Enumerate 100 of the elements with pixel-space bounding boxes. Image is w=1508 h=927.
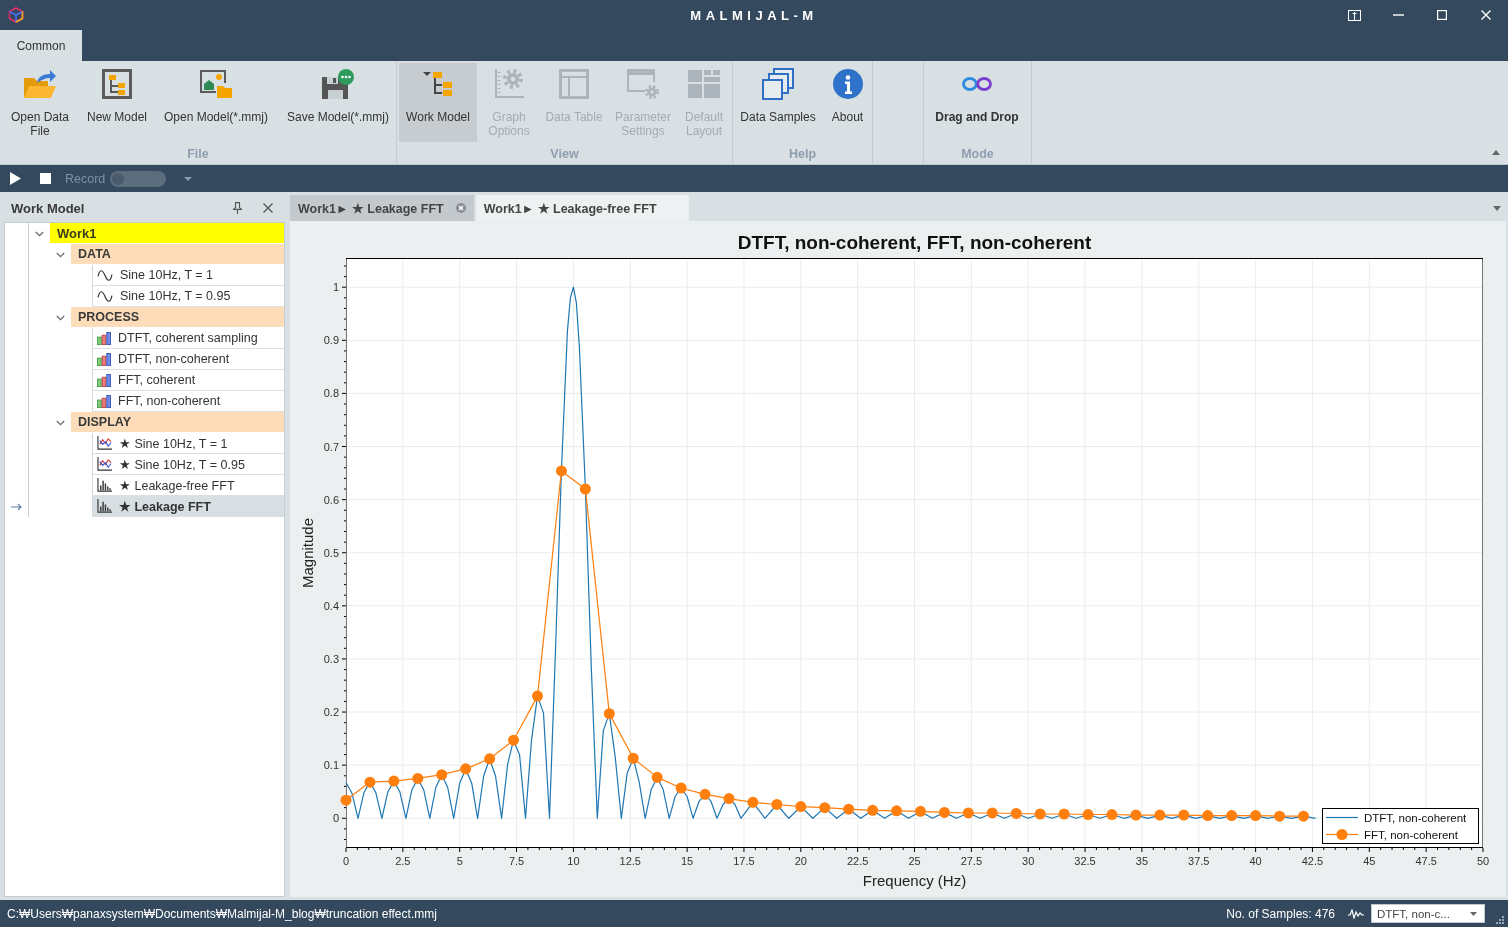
tick-label: 37.5 [1188, 855, 1210, 867]
tick-label: 42.5 [1301, 855, 1324, 867]
legend-swatch-icon [1325, 816, 1359, 819]
tree-node[interactable]: Work1 [50, 223, 284, 244]
ribbon-button[interactable]: About [827, 63, 868, 142]
floppy-disk-icon [322, 69, 354, 99]
tick-label: 0.7 [323, 440, 339, 453]
chevron-icon[interactable] [56, 419, 65, 426]
data-point [364, 776, 376, 788]
play-icon [9, 172, 21, 185]
tick-label: 27.5 [960, 855, 983, 867]
chevron-icon[interactable] [35, 230, 44, 237]
tick-label: 0 [332, 812, 339, 825]
tick-label: 35 [1135, 855, 1149, 867]
ribbon-button[interactable]: Save Model(*.mmj) [280, 63, 396, 142]
axis-title: Frequency (Hz) [862, 872, 967, 889]
picture-folder-icon [200, 70, 232, 98]
data-point [603, 708, 615, 720]
stacked-pages-icon [762, 68, 794, 100]
ribbon-button[interactable]: Data Samples [735, 63, 821, 142]
data-point [938, 806, 950, 818]
resize-grip-icon [1495, 915, 1504, 924]
window-gear-icon [627, 69, 659, 99]
tick-label: 0 [342, 855, 350, 867]
legend-label: DTFT, non-coherent [1364, 811, 1467, 824]
record-label: Record [65, 171, 106, 186]
tick-label: 0.4 [323, 599, 339, 612]
ribbon-button[interactable]: New Model [82, 63, 152, 142]
ribbon-tab[interactable]: Common [0, 30, 82, 61]
tick-label: 30 [1022, 855, 1035, 867]
tree-diagram-icon [102, 69, 132, 99]
group-label: File [187, 147, 209, 161]
tick-label: 20 [794, 855, 807, 867]
histogram-icon [97, 499, 112, 513]
tick-label: 0.6 [323, 493, 339, 506]
ribbon-button[interactable]: Open Data File [2, 63, 78, 142]
bar-chart-icon [97, 352, 111, 366]
axis-title: Magnitude [299, 517, 316, 589]
tick-label: 40 [1249, 855, 1262, 867]
tick-label: 45 [1363, 855, 1376, 867]
tick-label: 7.5 [508, 855, 525, 867]
data-point [388, 775, 400, 787]
close-icon[interactable] [455, 203, 466, 213]
data-point [508, 734, 520, 746]
group-label: Mode [961, 147, 994, 161]
stop-icon [39, 173, 51, 184]
window-layout-icon [1347, 9, 1361, 21]
folder-arrow-icon [24, 70, 56, 98]
ribbon-button[interactable]: Open Model(*.mmj) [156, 63, 276, 142]
caret-icon [1470, 911, 1477, 916]
line-chart-icon [97, 436, 112, 450]
window-title: MALMIJAL-M [690, 7, 818, 23]
data-point [1058, 808, 1070, 820]
data-point [891, 805, 903, 817]
chevron-icon[interactable] [56, 314, 65, 321]
data-point [867, 804, 879, 816]
tree-item[interactable]: DTFT, non-coherent [92, 349, 284, 370]
collapse-ribbon-button[interactable] [1491, 148, 1501, 156]
data-point [1250, 810, 1262, 822]
tree-item[interactable]: ★ Leakage FFT [92, 496, 284, 517]
tree-node[interactable]: DATA [71, 244, 284, 265]
chart-title: DTFT, non-coherent, FFT, non-coherent [737, 232, 1092, 253]
document-tab[interactable]: Work1► ★ Leakage FFT [290, 195, 474, 221]
panel-title: Work Model [11, 200, 85, 216]
tree-item[interactable]: ★ Sine 10Hz, T = 0.95 [92, 454, 284, 475]
pin-icon [232, 202, 242, 214]
tree-item[interactable]: FFT, coherent [92, 370, 284, 391]
layout-grid-icon [688, 70, 720, 98]
data-point [579, 483, 591, 495]
ribbon-button[interactable]: Work Model [399, 63, 477, 142]
maximize-icon [1437, 10, 1447, 20]
tree-item[interactable]: ★ Sine 10Hz, T = 1 [92, 433, 284, 454]
bar-chart-icon [97, 331, 111, 345]
data-point [723, 793, 735, 805]
sine-wave-icon [97, 268, 113, 282]
ribbon-button[interactable]: Drag and Drop [928, 63, 1026, 142]
data-point [627, 752, 639, 764]
tick-label: 0.5 [323, 546, 339, 559]
chevron-icon[interactable] [56, 251, 65, 258]
chart-gear-icon [494, 69, 524, 99]
infinity-icon [961, 76, 993, 92]
minimize-icon [1392, 14, 1404, 16]
tree-node[interactable]: DISPLAY [71, 412, 284, 433]
data-point [675, 782, 687, 794]
series-dropdown[interactable]: DTFT, non-c... [1371, 904, 1485, 923]
tree-item[interactable]: Sine 10Hz, T = 1 [92, 265, 284, 286]
tick-label: 32.5 [1074, 855, 1096, 867]
app-logo-icon [8, 7, 24, 23]
group-label: View [550, 147, 579, 161]
data-point [843, 803, 855, 815]
document-tab[interactable]: Work1► ★ Leakage-free FFT [475, 195, 689, 221]
data-point [340, 794, 352, 806]
tree-node[interactable]: PROCESS [71, 307, 284, 328]
arrow-icon [11, 502, 22, 511]
data-point [1274, 810, 1286, 822]
tick-label: 0.1 [323, 759, 339, 772]
group-label: Help [788, 147, 817, 161]
data-point [532, 690, 543, 702]
tree-item[interactable]: DTFT, coherent sampling [92, 328, 284, 349]
tree-diagram-icon [423, 71, 453, 97]
